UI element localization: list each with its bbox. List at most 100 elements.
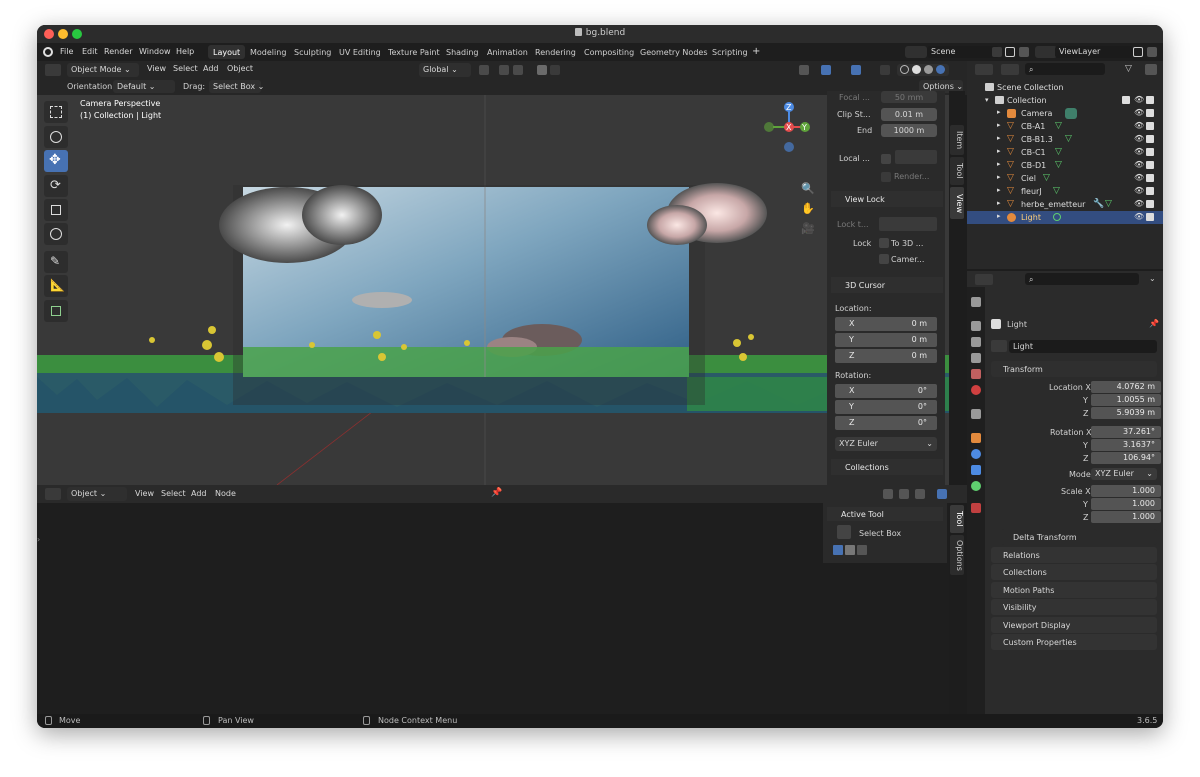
xray-icon[interactable] xyxy=(880,65,890,75)
scale-z-field[interactable]: 1.000 xyxy=(1091,511,1161,523)
expand-arrow-icon[interactable]: ▸ xyxy=(997,186,1001,194)
menu-render[interactable]: Render xyxy=(104,47,132,56)
snap-target-icon[interactable] xyxy=(513,65,523,75)
node-menu-node[interactable]: Node xyxy=(215,489,236,498)
menu-window[interactable]: Window xyxy=(139,47,171,56)
scale-tool[interactable] xyxy=(44,199,68,221)
clip-end-field[interactable]: 1000 m xyxy=(881,124,937,137)
select-tool[interactable] xyxy=(44,101,68,123)
editor-type-icon[interactable] xyxy=(45,64,61,76)
gizmo-toggle-icon[interactable] xyxy=(821,65,831,75)
cursor-location-x[interactable]: X 0 m xyxy=(835,317,937,331)
render-tab-icon[interactable] xyxy=(971,321,981,331)
node-menu-view[interactable]: View xyxy=(135,489,154,498)
view-layer-field[interactable]: ViewLayer xyxy=(1055,46,1133,58)
outliner-item-cb-c1[interactable]: ▸ ▽ CB-C1 ▽ 👁 xyxy=(967,146,1163,159)
eye-icon[interactable]: 👁 xyxy=(1134,173,1144,182)
outliner-item-herbe-emetteur[interactable]: ▸ ▽ herbe_emetteur 🔧 ▽ 👁 xyxy=(967,198,1163,211)
zoom-view-icon[interactable]: 🔍 xyxy=(801,182,815,195)
cursor-rotation-x[interactable]: X 0° xyxy=(835,384,937,398)
pin-scene-icon[interactable] xyxy=(992,47,1002,57)
viewport-display-panel-header[interactable]: Viewport Display xyxy=(991,617,1157,633)
blender-logo-icon[interactable] xyxy=(43,47,53,57)
proportional-edit-icon[interactable] xyxy=(537,65,547,75)
material-shading-icon[interactable] xyxy=(924,65,933,74)
rotate-tool[interactable]: ⟳ xyxy=(44,175,68,197)
render-camera-icon[interactable] xyxy=(1146,122,1154,130)
filter-icon[interactable]: ▽ xyxy=(1125,64,1139,75)
tab-layout[interactable]: Layout xyxy=(208,45,246,59)
new-collection-icon[interactable] xyxy=(1145,64,1157,75)
tab-uv-editing[interactable]: UV Editing xyxy=(334,45,386,59)
menu-file[interactable]: File xyxy=(60,47,73,56)
toolbar-expand-icon[interactable]: › xyxy=(37,535,40,544)
outliner-collection[interactable]: ▾ Collection 👁 xyxy=(967,94,1163,107)
cursor-location-z[interactable]: Z 0 m xyxy=(835,349,937,363)
active-tool-header[interactable]: Active Tool xyxy=(827,507,943,521)
properties-search-input[interactable]: ⌕ xyxy=(1025,273,1139,285)
constraints-tab-icon[interactable] xyxy=(971,465,981,475)
cursor-rotation-z[interactable]: Z 0° xyxy=(835,416,937,430)
outliner-display-mode-icon[interactable] xyxy=(1001,64,1019,75)
tab-texture-paint[interactable]: Texture Paint xyxy=(383,45,445,59)
motion-paths-panel-header[interactable]: Motion Paths xyxy=(991,582,1157,598)
falloff-icon[interactable] xyxy=(550,65,560,75)
eye-icon[interactable]: 👁 xyxy=(1134,134,1144,143)
eye-icon[interactable]: 👁 xyxy=(1134,95,1144,104)
eye-icon[interactable]: 👁 xyxy=(1134,160,1144,169)
collection-tab-icon[interactable] xyxy=(971,409,981,419)
view-lock-header[interactable]: View Lock xyxy=(831,191,943,207)
render-camera-icon[interactable] xyxy=(1146,161,1154,169)
move-tool[interactable]: ✥ xyxy=(44,150,68,172)
node-overlay-icon[interactable] xyxy=(937,489,947,499)
lock-to-object-field[interactable] xyxy=(879,217,937,231)
shader-type-dropdown[interactable]: Object ⌄ xyxy=(67,487,127,501)
delete-scene-icon[interactable] xyxy=(1019,47,1029,57)
wireframe-shading-icon[interactable] xyxy=(900,65,909,74)
rotation-x-field[interactable]: 37.261° xyxy=(1091,426,1161,438)
local-camera-picker[interactable] xyxy=(895,150,937,164)
camera-view-icon[interactable]: 🎥 xyxy=(801,222,815,235)
render-camera-icon[interactable] xyxy=(1146,213,1154,221)
custom-properties-panel-header[interactable]: Custom Properties xyxy=(991,634,1157,650)
node-editor[interactable]: Object ⌄ View Select Add Node 📌 › Active… xyxy=(37,485,967,714)
world-tab-icon[interactable] xyxy=(971,385,981,395)
rotation-y-field[interactable]: 3.1637° xyxy=(1091,439,1161,451)
node-tab-options[interactable]: Options xyxy=(950,535,964,575)
scene-name-field[interactable]: Scene xyxy=(927,46,999,58)
add-cube-tool[interactable] xyxy=(44,300,68,322)
physics-tab-icon[interactable] xyxy=(971,449,981,459)
eye-icon[interactable]: 👁 xyxy=(1134,147,1144,156)
render-camera-icon[interactable] xyxy=(1146,187,1154,195)
render-camera-icon[interactable] xyxy=(1146,200,1154,208)
outliner-editor-type-icon[interactable] xyxy=(975,64,993,75)
select-mode-extend-icon[interactable] xyxy=(845,545,855,555)
tab-sculpting[interactable]: Sculpting xyxy=(289,45,336,59)
render-camera-icon[interactable] xyxy=(1146,135,1154,143)
orientation-dropdown[interactable]: Default ⌄ xyxy=(113,80,175,93)
eye-icon[interactable]: 👁 xyxy=(1134,186,1144,195)
node-tab-tool[interactable]: Tool xyxy=(950,505,964,533)
expand-arrow-icon[interactable]: ▸ xyxy=(997,212,1001,220)
tool-tab-icon[interactable] xyxy=(971,297,981,307)
outliner-item-camera[interactable]: ▸ Camera 👁 xyxy=(967,107,1163,120)
tab-scripting[interactable]: Scripting xyxy=(707,45,753,59)
scale-y-field[interactable]: 1.000 xyxy=(1091,498,1161,510)
expand-arrow-icon[interactable]: ▸ xyxy=(997,199,1001,207)
eye-icon[interactable]: 👁 xyxy=(1134,212,1144,221)
pan-view-icon[interactable]: ✋ xyxy=(801,202,815,215)
expand-arrow-icon[interactable]: ▸ xyxy=(997,108,1001,116)
lock-camera-checkbox[interactable] xyxy=(879,254,889,264)
outliner-item-fleurj[interactable]: ▸ ▽ fleurJ ▽ 👁 xyxy=(967,185,1163,198)
chevron-down-icon[interactable]: ⌄ xyxy=(1149,274,1156,283)
location-z-field[interactable]: 5.9039 m xyxy=(1091,407,1161,419)
render-camera-icon[interactable] xyxy=(1146,109,1154,117)
pin-icon[interactable]: 📌 xyxy=(491,488,502,498)
outliner-item-cb-d1[interactable]: ▸ ▽ CB-D1 ▽ 👁 xyxy=(967,159,1163,172)
relations-panel-header[interactable]: Relations xyxy=(991,547,1157,563)
lock-to-3d-cursor-checkbox[interactable] xyxy=(879,238,889,248)
collections-panel-header[interactable]: Collections xyxy=(991,564,1157,580)
outliner-scene-collection[interactable]: Scene Collection xyxy=(967,81,1163,94)
rotation-mode-select[interactable]: XYZ Euler ⌄ xyxy=(1091,468,1157,480)
visibility-icon[interactable] xyxy=(799,65,809,75)
